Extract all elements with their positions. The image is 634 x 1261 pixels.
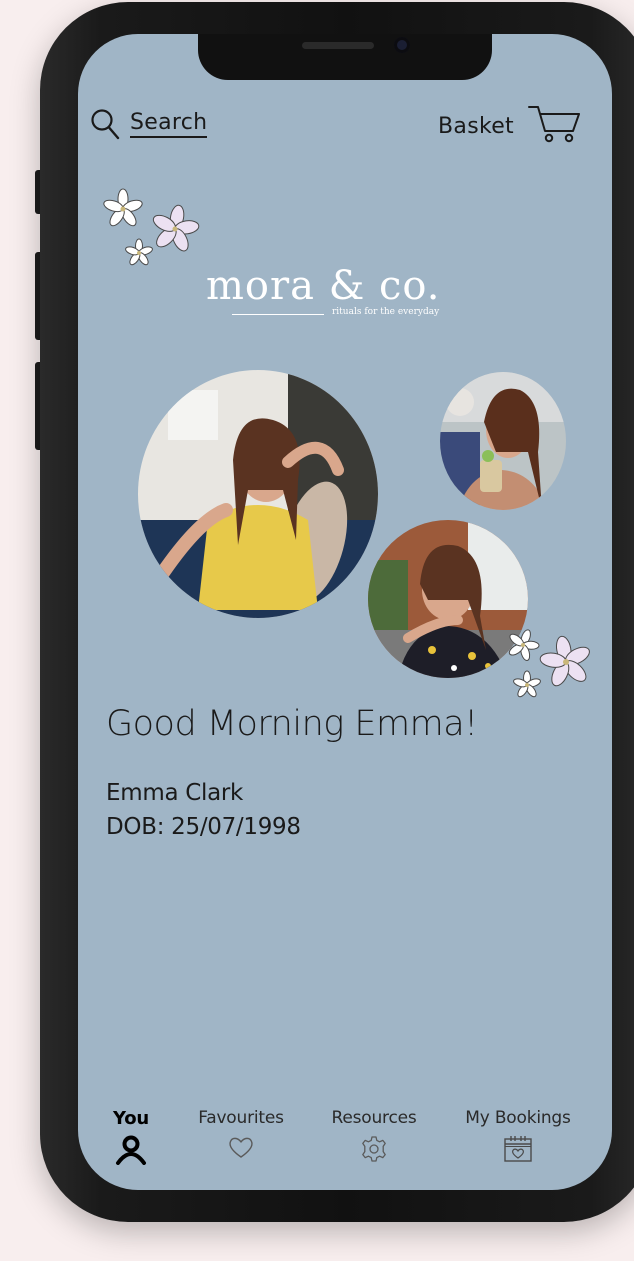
brand-tagline: rituals for the everyday: [332, 307, 440, 317]
calendar-heart-icon: [503, 1134, 533, 1164]
brand-logo: mora & co. rituals for the everyday: [206, 263, 466, 317]
profile-name: Emma Clark: [106, 780, 244, 806]
speaker-grille: [302, 42, 374, 49]
flower-decoration-icon: [513, 670, 541, 698]
nav-item-resources[interactable]: Resources: [324, 1108, 424, 1164]
nav-item-favourites[interactable]: Favourites: [186, 1108, 296, 1160]
search-label: Search: [130, 110, 208, 138]
nav-label-resources: Resources: [331, 1108, 417, 1128]
front-camera: [394, 37, 410, 53]
flower-decoration-icon: [103, 188, 143, 227]
profile-photo-large: [138, 370, 378, 618]
nav-label-you: You: [113, 1108, 149, 1129]
nav-item-you[interactable]: You: [106, 1108, 156, 1165]
brand-name: mora & co.: [206, 263, 441, 309]
search-icon: [90, 108, 120, 140]
nav-item-my-bookings[interactable]: My Bookings: [458, 1108, 578, 1164]
basket-label: Basket: [438, 114, 514, 139]
phone-screen: Search Basket mora & co. rituals for the…: [78, 34, 612, 1190]
heart-icon: [227, 1134, 255, 1160]
person-icon: [115, 1135, 147, 1165]
flower-decoration-icon: [508, 629, 540, 661]
flower-decoration-icon: [152, 204, 200, 252]
gear-icon: [359, 1134, 389, 1164]
profile-dob: DOB: 25/07/1998: [106, 814, 301, 840]
basket-button[interactable]: Basket: [438, 104, 582, 149]
greeting-heading: Good Morning Emma!: [106, 704, 478, 744]
cart-icon: [528, 104, 582, 149]
logo-divider: [232, 314, 324, 315]
bottom-navigation: You Favourites Resources My Bookings: [78, 1108, 612, 1178]
profile-photo-medium: [368, 520, 528, 678]
app-mockup: Search Basket mora & co. rituals for the…: [0, 0, 634, 1261]
flower-decoration-icon: [125, 238, 153, 266]
profile-photo-small: [440, 372, 566, 510]
phone-notch: [198, 34, 492, 80]
nav-label-my-bookings: My Bookings: [465, 1108, 571, 1128]
search-button[interactable]: Search: [90, 108, 208, 140]
flower-decoration-icon: [539, 635, 590, 687]
nav-label-favourites: Favourites: [198, 1108, 284, 1128]
